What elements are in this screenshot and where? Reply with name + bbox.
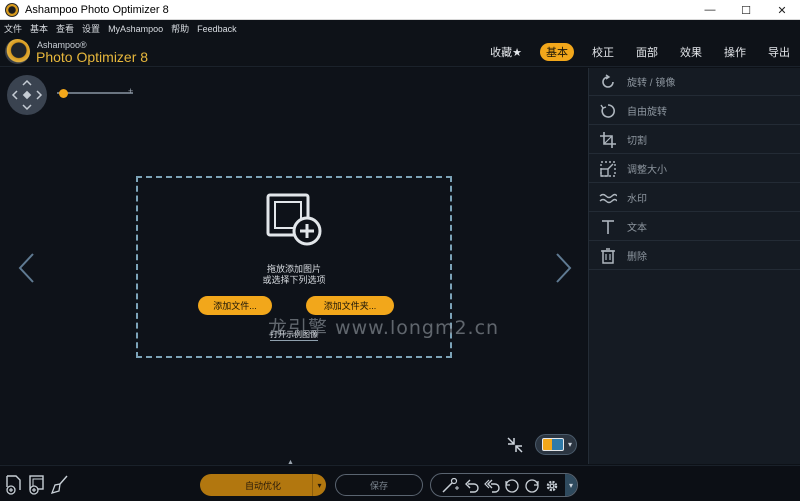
main-nav: 收藏★ 基本 校正 面部 效果 操作 导出	[472, 43, 794, 61]
watermark-icon	[599, 193, 617, 203]
auto-optimize-button[interactable]: 自动优化 ▾	[200, 474, 326, 496]
chevron-down-icon[interactable]: ▾	[312, 474, 326, 496]
tab-correct[interactable]: 校正	[588, 43, 618, 61]
app-icon	[5, 2, 19, 17]
compare-view-icon	[542, 438, 564, 451]
pan-control[interactable]	[7, 75, 47, 115]
panel-item-resize[interactable]: 调整大小	[589, 155, 800, 183]
edit-tools-group: ▾	[430, 473, 578, 497]
magic-wand-icon[interactable]	[441, 478, 459, 494]
panel-item-label: 删除	[627, 252, 647, 263]
crop-icon	[600, 131, 616, 148]
panel-item-crop[interactable]: 切割	[589, 126, 800, 154]
image-canvas: + 拖放添加图片 或选择下列选项 添加文件... 添加文件夹... 打开示例图像…	[0, 68, 587, 464]
panel-item-label: 旋转 / 镜像	[627, 78, 676, 89]
resize-icon	[600, 160, 616, 177]
menu-file[interactable]: 文件	[4, 22, 22, 35]
panel-item-label: 调整大小	[627, 165, 667, 176]
add-image-icon	[266, 193, 322, 246]
zoom-slider-handle[interactable]	[59, 89, 69, 98]
collapse-icon[interactable]	[505, 435, 525, 455]
panel-item-label: 自由旋转	[627, 107, 667, 118]
tab-export[interactable]: 导出	[764, 43, 794, 61]
panel-item-rotate-mirror[interactable]: 旋转 / 镜像	[589, 68, 800, 96]
chevron-down-icon[interactable]: ▾	[565, 474, 577, 496]
next-image-icon[interactable]	[553, 252, 573, 284]
window-title: Ashampoo Photo Optimizer 8	[25, 3, 169, 16]
panel-item-text[interactable]: 文本	[589, 213, 800, 241]
panel-item-label: 水印	[627, 194, 647, 205]
menu-feedback[interactable]: Feedback	[197, 24, 237, 34]
maximize-button[interactable]: ☐	[728, 0, 764, 20]
menu-settings[interactable]: 设置	[82, 22, 100, 35]
tab-basic[interactable]: 基本	[540, 43, 574, 61]
watermark-text: 龙引擎 www.longm2.cn	[268, 317, 500, 339]
free-rotate-icon	[600, 103, 615, 118]
undo-icon[interactable]	[464, 478, 480, 494]
text-icon	[602, 219, 614, 234]
menu-view[interactable]: 查看	[56, 22, 74, 35]
tab-actions[interactable]: 操作	[720, 43, 750, 61]
rotate-icon	[602, 73, 614, 88]
menu-myashampoo[interactable]: MyAshampoo	[108, 24, 163, 34]
panel-item-label: 切割	[627, 136, 647, 147]
panel-item-delete[interactable]: 删除	[589, 242, 800, 270]
tool-panel: 旋转 / 镜像 自由旋转 切割 调整大小 水印 文本 删除	[588, 68, 800, 464]
add-files-button[interactable]: 添加文件...	[198, 296, 272, 315]
expand-panel-icon[interactable]: ▲	[287, 459, 294, 466]
undo-all-icon[interactable]	[484, 478, 500, 494]
save-button[interactable]: 保存	[335, 474, 423, 496]
menu-bar: 文件 基本 查看 设置 MyAshampoo 帮助 Feedback	[0, 20, 800, 37]
pan-arrows-icon	[11, 79, 43, 111]
panel-item-label: 文本	[627, 223, 647, 234]
panel-item-free-rotate[interactable]: 自由旋转	[589, 97, 800, 125]
clear-brush-icon[interactable]	[51, 475, 69, 495]
bottom-toolbar: ▲ 自动优化 ▾ 保存 ▾	[0, 459, 800, 501]
previous-image-icon[interactable]	[17, 252, 37, 284]
panel-item-watermark[interactable]: 水印	[589, 184, 800, 212]
menu-basic[interactable]: 基本	[30, 22, 48, 35]
chevron-down-icon: ▾	[567, 440, 572, 449]
close-button[interactable]: ✕	[764, 0, 800, 20]
zoom-in-icon[interactable]: +	[128, 86, 133, 96]
title-bar: Ashampoo Photo Optimizer 8 — ☐ ✕	[0, 0, 800, 20]
gear-icon[interactable]	[544, 478, 560, 494]
drop-hint-sub: 或选择下列选项	[262, 275, 326, 285]
minimize-button[interactable]: —	[692, 0, 728, 20]
add-folder-icon[interactable]	[28, 475, 46, 495]
rotate-left-icon[interactable]	[504, 478, 520, 494]
logo-icon	[5, 39, 30, 64]
rotate-right-icon[interactable]	[524, 478, 540, 494]
tab-favorites[interactable]: 收藏★	[486, 43, 526, 61]
tab-effects[interactable]: 效果	[676, 43, 706, 61]
add-file-icon[interactable]	[5, 475, 23, 495]
trash-icon	[601, 247, 615, 264]
view-mode-toggle[interactable]: ▾	[535, 434, 577, 455]
tab-face[interactable]: 面部	[632, 43, 662, 61]
menu-help[interactable]: 帮助	[171, 22, 189, 35]
app-header: Ashampoo® Photo Optimizer 8 收藏★ 基本 校正 面部…	[0, 37, 800, 67]
brand-product: Photo Optimizer 8	[36, 49, 149, 65]
auto-optimize-label: 自动优化	[244, 480, 281, 491]
zoom-slider-track[interactable]	[57, 92, 133, 94]
